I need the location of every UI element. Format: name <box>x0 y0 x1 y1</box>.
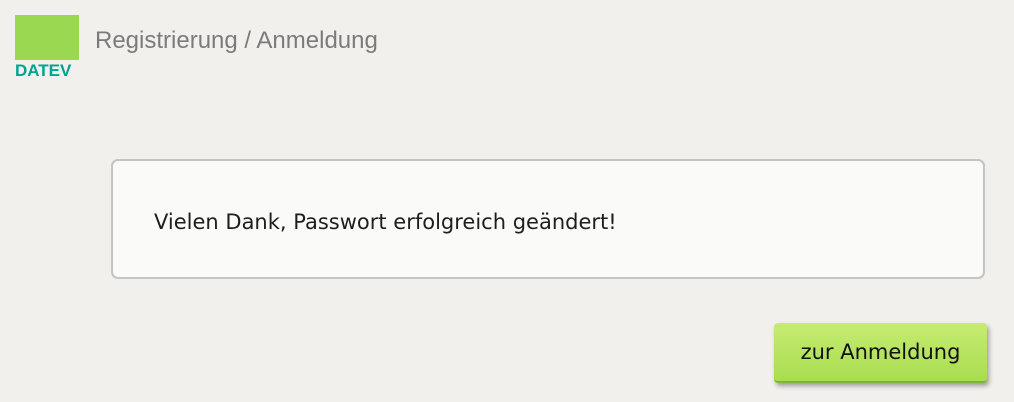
message-box: Vielen Dank, Passwort erfolgreich geände… <box>111 159 985 279</box>
datev-logo: DATEV <box>15 15 79 80</box>
logo-square <box>15 15 79 60</box>
page-title: Registrierung / Anmeldung <box>95 27 378 54</box>
logo-text: DATEV <box>15 61 72 80</box>
to-login-button[interactable]: zur Anmeldung <box>774 323 987 383</box>
success-message: Vielen Dank, Passwort erfolgreich geände… <box>154 210 617 234</box>
